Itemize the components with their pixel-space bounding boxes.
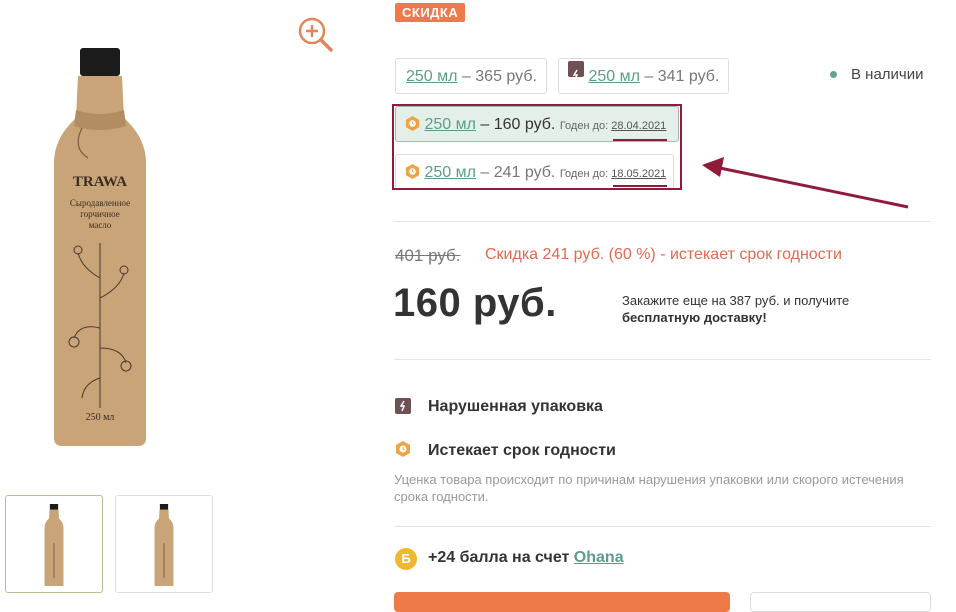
add-to-cart-button[interactable] — [394, 592, 730, 612]
divider — [394, 359, 931, 360]
option-price: – 341 руб. — [639, 68, 720, 85]
markdown-reason-note: Уценка товара происходит по причинам нар… — [394, 472, 904, 504]
bonus-coin-icon: Б — [395, 548, 417, 570]
thumbnail-2[interactable] — [115, 495, 213, 593]
bottle-volume: 250 мл — [86, 412, 115, 423]
ohana-link[interactable]: Ohana — [574, 549, 624, 566]
annotation-arrow-icon — [702, 157, 909, 209]
damaged-package-icon — [395, 398, 411, 414]
option-price: – 365 руб. — [457, 68, 537, 85]
delivery-text: Закажите еще на 387 руб. и получите — [622, 293, 850, 308]
old-price: 401 руб. — [395, 246, 461, 265]
discount-note: Скидка 241 руб. (60 %) - истекает срок г… — [485, 246, 842, 263]
free-delivery-note: Закажите еще на 387 руб. и получите бесп… — [622, 292, 849, 326]
option-volume: 250 мл — [588, 68, 640, 85]
annotation-highlight-box — [392, 104, 682, 190]
thumbnail-image — [154, 504, 174, 586]
divider — [394, 221, 931, 222]
divider — [394, 526, 931, 527]
option-regular[interactable]: 250 мл – 365 руб. — [395, 58, 547, 94]
secondary-button[interactable] — [750, 592, 931, 612]
reason-damaged-package: Нарушенная упаковка — [428, 398, 603, 415]
delivery-bold: бесплатную доставку! — [622, 310, 767, 325]
annotation-underline — [613, 185, 667, 187]
expiry-clock-icon — [396, 441, 410, 457]
bonus-text: +24 балла на счет — [428, 549, 574, 566]
current-price: 160 руб. — [393, 281, 557, 325]
stock-indicator-icon — [830, 71, 837, 78]
zoom-icon[interactable] — [295, 14, 335, 54]
reason-expiry: Истекает срок годности — [428, 442, 616, 459]
sale-badge: СКИДКА — [395, 3, 466, 22]
thumbnail-image — [44, 504, 64, 586]
stock-status: В наличии — [851, 66, 924, 83]
product-image: TRAWA Сыродавленное горчичное масло 250 … — [54, 48, 146, 446]
bottle-line3: масло — [89, 220, 112, 230]
thumbnail-1[interactable] — [5, 495, 103, 593]
damaged-package-icon — [568, 61, 584, 81]
option-damaged-package[interactable]: 250 мл – 341 руб. — [558, 58, 729, 94]
option-volume: 250 мл — [406, 68, 458, 85]
annotation-underline — [613, 139, 667, 141]
bottle-brand: TRAWA — [73, 174, 127, 190]
bottle-line1: Сыродавленное — [70, 198, 130, 208]
bonus-points: +24 балла на счет Ohana — [428, 549, 624, 567]
bottle-line2: горчичное — [80, 209, 120, 219]
